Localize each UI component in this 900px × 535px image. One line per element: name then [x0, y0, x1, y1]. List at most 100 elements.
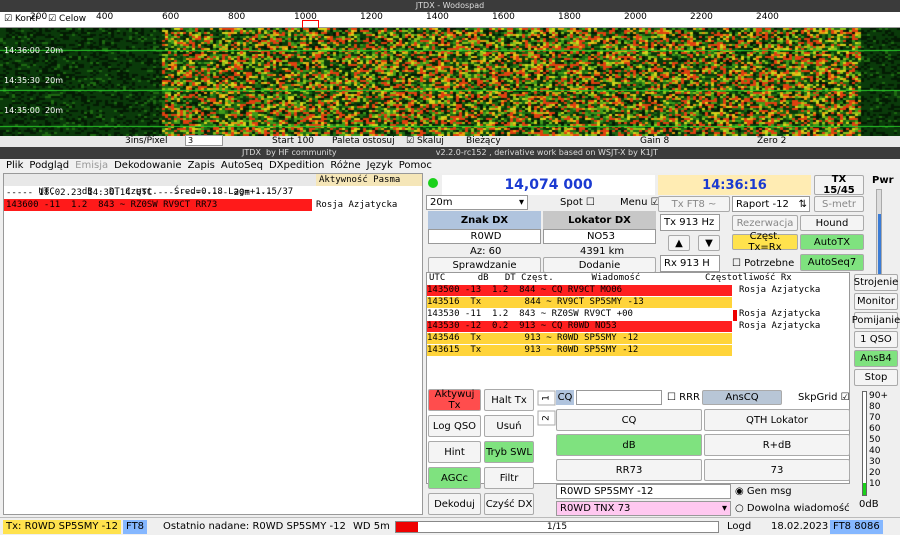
spot-checkbox[interactable]: Spot ☐	[560, 197, 595, 208]
log-qso-button[interactable]: Log QSO	[428, 415, 481, 437]
anscq-button[interactable]: AnsCQ	[702, 390, 782, 405]
filter-button[interactable]: Filtr	[484, 467, 534, 489]
autotx-button[interactable]: AutoTX	[800, 234, 864, 250]
free-msg-label: Dowolna wiadomość	[746, 503, 850, 514]
menu-item-8[interactable]: Język	[367, 159, 393, 173]
cq-label: CQ	[556, 390, 574, 405]
agc-button[interactable]: AGCc	[428, 467, 481, 489]
erase-button[interactable]: Usuń	[484, 415, 534, 437]
scale-tick: 200	[30, 12, 48, 22]
rx-decode-row[interactable]: 143615 Tx 913 ~ R0WD SP5SMY -12	[427, 345, 732, 356]
dx-call-input[interactable]: R0WD	[428, 229, 541, 244]
rx-freq-spinbox[interactable]: Rx 913 H	[660, 255, 720, 272]
start-spinbox[interactable]: Start 100	[272, 136, 314, 146]
rdb-message-button[interactable]: R+dB	[704, 434, 850, 456]
lookup-button[interactable]: Sprawdzanie	[428, 257, 541, 273]
dx-call-label: Znak DX	[428, 211, 541, 229]
qth-message-button[interactable]: QTH Lokator	[704, 409, 850, 431]
needed-checkbox[interactable]: ☐ Potrzebne	[732, 258, 794, 269]
utc-clock: 14:36:16	[658, 175, 811, 195]
menu-item-1[interactable]: Podgląd	[29, 159, 69, 173]
bins-spinbox[interactable]: 3	[185, 135, 223, 146]
hound-button[interactable]: Hound	[800, 215, 864, 231]
enable-tx-button[interactable]: Aktywuj Tx	[428, 389, 481, 411]
cq-message-button[interactable]: CQ	[556, 409, 702, 431]
meter-tick-label: 90+	[869, 391, 888, 401]
db-message-button[interactable]: dB	[556, 434, 702, 456]
dial-frequency: 14,074 000	[442, 175, 655, 195]
tab-2[interactable]: 2	[537, 410, 556, 426]
menu-item-9[interactable]: Pomoc	[399, 159, 432, 173]
menu-item-5[interactable]: AutoSeq	[221, 159, 263, 173]
gen-msg-radio[interactable]: ◉ Gen msg	[735, 486, 792, 497]
meter-tick-label: 20	[869, 468, 881, 478]
waterfall-canvas[interactable]: 14:36:00 20m14:35:30 20m14:35:00 20m14:3…	[0, 28, 900, 147]
menu-item-3[interactable]: Dekodowanie	[114, 159, 181, 173]
rx-decode-row[interactable]: 143530 -12 0.2 913 ~ CQ R0WD NO53	[427, 321, 732, 332]
monitor-button[interactable]: Monitor	[854, 293, 898, 310]
report-spinbox[interactable]: Raport -12 ⇅	[732, 196, 810, 212]
skip-button[interactable]: Pomijanie	[852, 312, 900, 329]
menu-item-2[interactable]: Emisja	[75, 159, 108, 173]
add-button[interactable]: Dodanie	[543, 257, 656, 273]
menu-item-6[interactable]: DXpedition	[269, 159, 324, 173]
tx-mode-button[interactable]: Tx FT8 ~	[658, 196, 730, 212]
rrr-checkbox[interactable]: ☐ RRR	[667, 392, 700, 403]
rx-decode-country: Rosja Azjatycka	[739, 321, 821, 331]
menu-item-4[interactable]: Zapis	[188, 159, 215, 173]
decode-button[interactable]: Dekoduj	[428, 493, 481, 515]
rx-decode-row[interactable]: 143500 -13 1.2 844 ~ CQ RV9CT MO06	[427, 285, 732, 296]
menu-item-7[interactable]: Różne	[330, 159, 360, 173]
scale-tick: 2200	[690, 12, 713, 22]
stop-button[interactable]: Stop	[854, 369, 898, 386]
waterfall-controls: 3ins/Pixel 3 Start 100 Paleta ostosuj ☑ …	[0, 135, 900, 147]
tx-freq-spinbox[interactable]: Tx 913 Hz	[660, 214, 720, 231]
free-message-select[interactable]: R0WD TNX 73 ▾	[556, 501, 731, 516]
tx-period-button[interactable]: TX 15/45	[814, 174, 864, 196]
73-message-button[interactable]: 73	[704, 459, 850, 481]
rx-decode-country: Rosja Azjatycka	[739, 309, 821, 319]
skaluj-checkbox[interactable]: ☑ Skaluj	[406, 136, 444, 146]
band-select[interactable]: 20m ▾	[426, 195, 528, 210]
menu-checkbox[interactable]: Menu ☑	[620, 197, 660, 208]
skpgrid-checkbox[interactable]: SkpGrid ☑	[798, 392, 850, 403]
band-activity-header: UTC dB DT Częst. Śred=0.18 Lag=+1.15/37 …	[4, 174, 422, 197]
biezacy-select[interactable]: Bieżący	[466, 136, 501, 146]
move-down-button[interactable]: ▼	[698, 235, 720, 251]
frequency-scale[interactable]: ☑ Kontr ☑ Celow 200 400 600 800 1000 1200 1400…	[0, 12, 900, 28]
band-decode-row[interactable]: 143600 -11 1.2 843 ~ RZ0SW RV9CT RR73	[4, 199, 312, 211]
dx-grid-input[interactable]: NO53	[543, 229, 656, 244]
tx-eq-rx-button[interactable]: Częst. Tx=Rx	[732, 231, 798, 253]
reserve-button[interactable]: Rezerwacja	[732, 215, 798, 231]
rx-decode-row[interactable]: 143516 Tx 844 ~ RV9CT SP5SMY -13	[427, 297, 732, 308]
rx-decode-row[interactable]: 143546 Tx 913 ~ R0WD SP5SMY -12	[427, 333, 732, 344]
swl-mode-button[interactable]: Tryb SWL	[484, 441, 534, 463]
cq-input[interactable]	[576, 390, 662, 405]
qso-count-button[interactable]: 1 QSO	[854, 331, 898, 348]
smeter-button[interactable]: S-metr	[814, 196, 864, 212]
rx-decode-row[interactable]: 143530 -11 1.2 843 ~ RZ0SW RV9CT +00	[427, 309, 732, 320]
halt-tx-button[interactable]: Halt Tx	[484, 389, 534, 411]
zero-slider[interactable]: Zero 2	[757, 136, 786, 146]
status-bar: Tx: R0WD SP5SMY -12 FT8 Ostatnio nadane:…	[0, 517, 900, 535]
tune-button[interactable]: Strojenie	[854, 274, 898, 291]
tab-1[interactable]: 1	[537, 390, 556, 406]
gain-slider[interactable]: Gain 8	[640, 136, 669, 146]
autoseq-button[interactable]: AutoSeq7	[800, 254, 864, 271]
pwr-slider[interactable]	[876, 189, 882, 285]
palette-button[interactable]: Paleta ostosuj	[332, 136, 395, 146]
clear-dx-button[interactable]: Czyść DX	[484, 493, 534, 515]
generated-message-field[interactable]: R0WD SP5SMY -12	[556, 484, 731, 499]
move-up-button[interactable]: ▲	[668, 235, 690, 251]
celow-checkbox[interactable]: ☑ Celow	[48, 14, 86, 24]
rr73-message-button[interactable]: RR73	[556, 459, 702, 481]
band-activity-panel[interactable]: UTC dB DT Częst. Śred=0.18 Lag=+1.15/37 …	[3, 173, 423, 515]
menu-item-0[interactable]: Plik	[6, 159, 23, 173]
hint-button[interactable]: Hint	[428, 441, 481, 463]
skaluj-label: Skaluj	[416, 136, 444, 146]
band-activity-title: Aktywność Pasma	[316, 174, 422, 186]
waterfall-timestamp: 14:35:00 20m	[4, 106, 63, 115]
free-msg-radio[interactable]: ○ Dowolna wiadomość	[735, 503, 850, 514]
meter-tick-label: 60	[869, 424, 881, 434]
ansb4-button[interactable]: AnsB4	[854, 350, 898, 367]
